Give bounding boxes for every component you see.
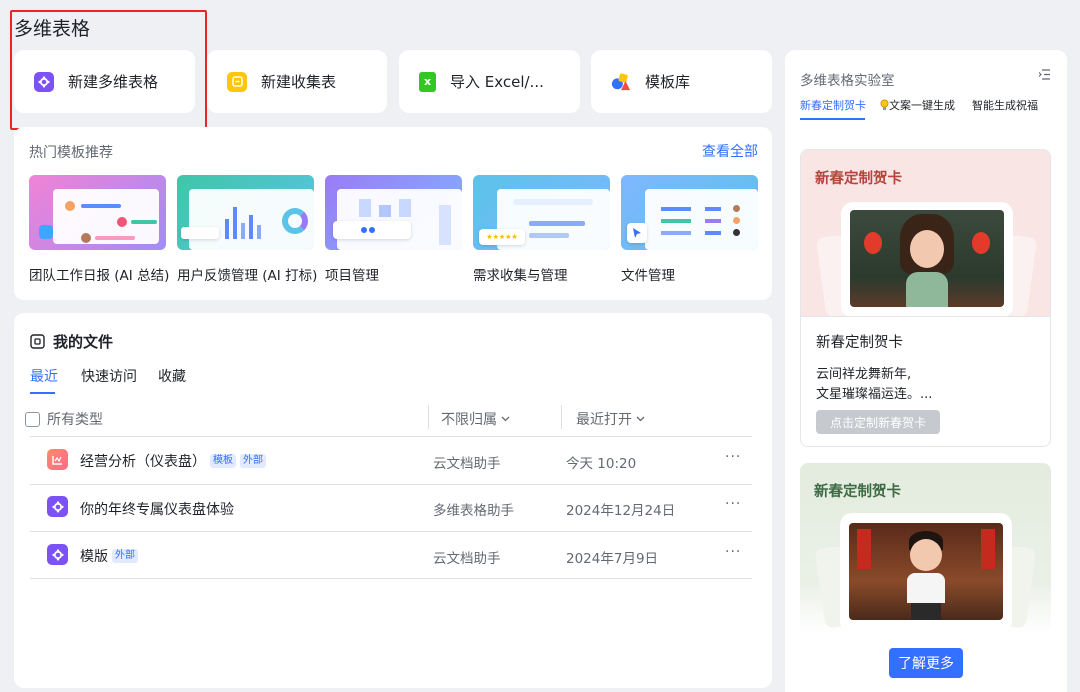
template-card[interactable]: 项目管理: [325, 175, 462, 284]
active-tab-indicator: [30, 392, 55, 394]
time-sort[interactable]: 最近打开: [576, 409, 645, 429]
chevron-down-icon: [501, 416, 510, 422]
lab-tab-greeting-card[interactable]: 新春定制贺卡: [800, 97, 866, 113]
card-body-line1: 云间祥龙舞新年,: [816, 367, 912, 382]
template-library-icon: [611, 72, 631, 92]
import-excel-button[interactable]: x 导入 Excel/...: [399, 50, 580, 113]
template-label: 需求收集与管理: [473, 268, 568, 284]
row-divider: [30, 578, 752, 579]
bitable-icon: [47, 496, 68, 517]
greeting-card[interactable]: 新春定制贺卡: [800, 463, 1051, 633]
file-name[interactable]: 模版 外部: [80, 546, 138, 566]
new-form-label: 新建收集表: [261, 73, 337, 91]
my-files-panel: 我的文件 最近 快速访问 收藏 所有类型 不限归属 最近打开 经营分析（仪表盘）…: [14, 313, 772, 688]
lab-title: 多维表格实验室: [800, 73, 895, 89]
template-thumbnail: ★★★★★: [473, 175, 610, 250]
dashboard-icon: [47, 449, 68, 470]
more-icon[interactable]: ···: [725, 496, 741, 512]
new-bitable-label: 新建多维表格: [68, 73, 159, 91]
greeting-card[interactable]: 新春定制贺卡 新春定制贺卡 云间祥龙舞新年, 文星璀璨福运连。... 点击定制新…: [800, 149, 1051, 447]
file-name[interactable]: 你的年终专属仪表盘体验: [80, 499, 234, 519]
my-files-title: 我的文件: [30, 331, 113, 352]
excel-icon: x: [419, 71, 436, 92]
column-separator: [428, 405, 429, 429]
collapse-menu-icon[interactable]: [1038, 69, 1051, 84]
more-icon[interactable]: ···: [725, 449, 741, 465]
select-all-checkbox[interactable]: [25, 411, 40, 427]
lab-tab-copywriting[interactable]: 文案一键生成: [880, 97, 955, 113]
file-owner: 云文档助手: [433, 456, 501, 472]
lab-tab-blessing[interactable]: 智能生成祝福: [972, 97, 1038, 113]
hot-templates-panel: 热门模板推荐 查看全部 团队工作日报 (AI 总结) 用户反馈管理 (AI 打标…: [14, 127, 772, 300]
card-header: 新春定制贺卡: [814, 484, 901, 500]
bitable-icon: [34, 71, 54, 92]
time-sort-label: 最近打开: [576, 412, 632, 428]
owner-filter-label: 不限归属: [441, 412, 497, 428]
type-filter-label: 所有类型: [47, 412, 103, 428]
template-thumbnail: [29, 175, 166, 250]
file-owner: 云文档助手: [433, 551, 501, 567]
customize-card-button[interactable]: 点击定制新春贺卡: [816, 410, 940, 434]
learn-more-button[interactable]: 了解更多: [889, 648, 963, 678]
girl-portrait-image: [850, 210, 1004, 307]
file-name-text: 经营分析（仪表盘）: [80, 454, 206, 470]
template-label: 项目管理: [325, 268, 379, 284]
import-excel-label: 导入 Excel/...: [450, 73, 544, 91]
see-all-link[interactable]: 查看全部: [702, 141, 758, 161]
page-title: 多维表格: [14, 18, 91, 40]
tab-quick-access[interactable]: 快速访问: [81, 366, 137, 386]
template-label: 文件管理: [621, 268, 675, 284]
file-name-text: 模版: [80, 549, 108, 565]
file-time: 2024年12月24日: [566, 503, 676, 519]
file-time: 今天 10:20: [566, 456, 637, 472]
bitable-icon: [47, 544, 68, 565]
template-card[interactable]: 文件管理: [621, 175, 758, 284]
tab-recent[interactable]: 最近: [30, 366, 58, 386]
template-card[interactable]: 团队工作日报 (AI 总结): [29, 175, 170, 284]
tab-favorites[interactable]: 收藏: [158, 366, 186, 386]
header-divider: [30, 436, 752, 437]
more-icon[interactable]: ···: [725, 544, 741, 560]
form-icon: [227, 71, 247, 92]
template-library-button[interactable]: 模板库: [591, 50, 772, 113]
card-header: 新春定制贺卡: [815, 171, 902, 187]
boy-portrait-image: [849, 523, 1003, 620]
file-name-text: 你的年终专属仪表盘体验: [80, 502, 234, 518]
chevron-down-icon: [636, 416, 645, 422]
card-title: 新春定制贺卡: [816, 335, 903, 351]
lab-active-tab-indicator: [800, 118, 865, 120]
template-tag: 模板: [210, 454, 236, 468]
template-thumbnail: [621, 175, 758, 250]
new-bitable-button[interactable]: 新建多维表格: [14, 50, 195, 113]
hot-templates-title: 热门模板推荐: [29, 145, 113, 161]
template-library-label: 模板库: [645, 73, 691, 91]
folder-icon: [30, 334, 45, 349]
template-label: 用户反馈管理 (AI 打标): [177, 268, 318, 284]
column-separator: [561, 405, 562, 429]
type-filter[interactable]: 所有类型: [25, 409, 103, 429]
owner-filter[interactable]: 不限归属: [441, 409, 510, 429]
template-label: 团队工作日报 (AI 总结): [29, 268, 170, 284]
my-files-title-text: 我的文件: [53, 333, 114, 351]
external-tag: 外部: [240, 454, 266, 468]
template-thumbnail: [325, 175, 462, 250]
lightbulb-icon: [880, 99, 889, 110]
lab-panel: 多维表格实验室 新春定制贺卡 文案一键生成 智能生成祝福 新春定制贺卡 新春定制…: [785, 50, 1067, 692]
file-name[interactable]: 经营分析（仪表盘） 模板 外部: [80, 451, 266, 471]
file-owner: 多维表格助手: [433, 503, 514, 519]
template-thumbnail: [177, 175, 314, 250]
template-card[interactable]: ★★★★★ 需求收集与管理: [473, 175, 610, 284]
template-card[interactable]: 用户反馈管理 (AI 打标): [177, 175, 318, 284]
new-form-button[interactable]: 新建收集表: [207, 50, 387, 113]
row-divider: [30, 484, 752, 485]
lab-tab-copywriting-label: 文案一键生成: [889, 99, 955, 112]
file-time: 2024年7月9日: [566, 551, 659, 567]
external-tag: 外部: [112, 549, 138, 563]
card-body-line2: 文星璀璨福运连。...: [816, 387, 933, 402]
row-divider: [30, 531, 752, 532]
